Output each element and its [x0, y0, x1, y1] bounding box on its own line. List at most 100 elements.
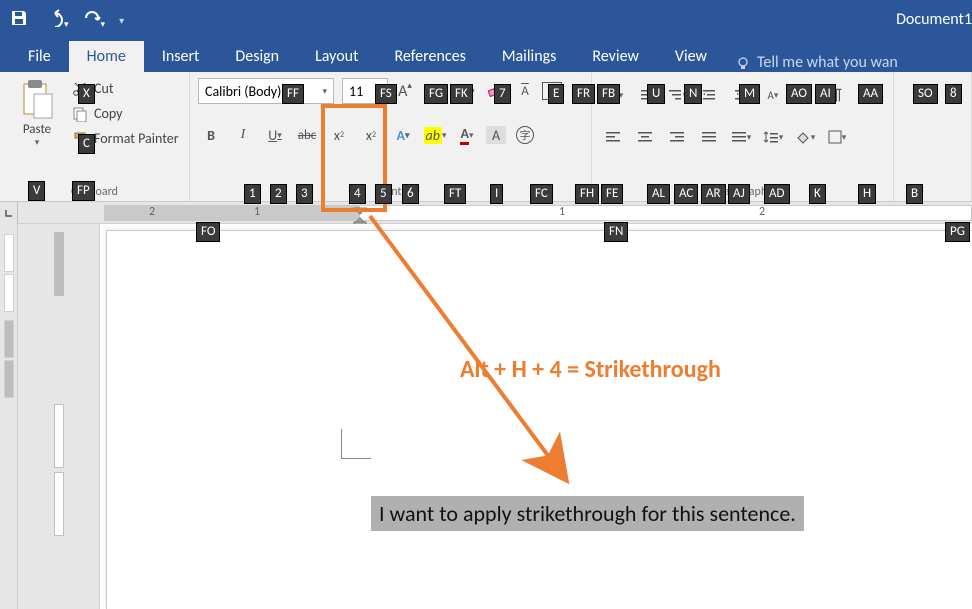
font-name-combo[interactable]: Calibri (Body) ▾	[198, 78, 334, 104]
cut-label: Cut	[94, 80, 114, 97]
ruler-mark: 1	[559, 205, 565, 219]
keytip: FN	[604, 222, 628, 242]
shading-button[interactable]: ▾	[792, 124, 818, 150]
keytip: B	[906, 184, 923, 204]
keytip: FE	[601, 184, 623, 204]
tab-view[interactable]: View	[657, 41, 725, 72]
copy-label: Copy	[94, 105, 122, 122]
title-bar: ▾ ▾ ▾ Document1	[0, 0, 972, 40]
keytip: FC	[530, 184, 553, 204]
paste-label: Paste	[23, 122, 51, 137]
keytip: FG	[424, 84, 448, 104]
keytip: FR	[572, 84, 595, 104]
strikethrough-button[interactable]: abc	[294, 122, 320, 148]
enclose-characters-button[interactable]: 字	[512, 122, 538, 148]
ruler[interactable]: 1 2 1 2	[0, 202, 972, 224]
navigation-thumb	[18, 224, 100, 609]
keytip: AO	[786, 84, 812, 104]
keytip: AC	[674, 184, 698, 204]
keytip: FO	[196, 222, 220, 242]
distributed-button[interactable]: ▾	[728, 124, 754, 150]
text-effects-button[interactable]: A▾	[390, 122, 416, 148]
keytip: FT	[444, 184, 466, 204]
ruler-mark: 2	[149, 205, 155, 219]
keytip: U	[647, 84, 665, 104]
keytip: 2	[270, 184, 287, 204]
tab-selector[interactable]	[0, 202, 18, 224]
chevron-down-icon: ▾	[322, 86, 327, 97]
keytip: 8	[945, 84, 962, 104]
keytip: AL	[647, 184, 670, 204]
cursor-position-mark	[341, 429, 371, 459]
tab-mailings[interactable]: Mailings	[484, 41, 575, 72]
keytip: E	[548, 84, 564, 104]
keytip: N	[684, 84, 702, 104]
tab-file[interactable]: File	[10, 41, 69, 72]
line-spacing-button[interactable]: ▾	[760, 124, 786, 150]
keytip: FF	[282, 84, 304, 104]
align-left-button[interactable]	[600, 124, 626, 150]
keytip: X	[78, 84, 95, 104]
tab-layout[interactable]: Layout	[297, 41, 376, 72]
keytip: 4	[349, 184, 366, 204]
document-area: I want to apply strikethrough for this s…	[0, 224, 972, 609]
tab-home[interactable]: Home	[69, 41, 144, 72]
keytip: AA	[858, 84, 883, 104]
keytip: M	[739, 84, 760, 104]
tell-me-search[interactable]: Tell me what you wan	[725, 53, 898, 72]
phonetic-guide-button[interactable]: A	[512, 78, 538, 104]
keytip: 7	[494, 84, 511, 104]
customize-qat-icon[interactable]: ▾	[119, 14, 124, 27]
keytip: 5	[375, 184, 392, 204]
annotation-callout: Alt + H + 4 = Strikethrough	[460, 355, 721, 384]
page-canvas[interactable]: I want to apply strikethrough for this s…	[100, 224, 972, 609]
paint-bucket-icon	[795, 130, 811, 144]
copy-icon	[72, 106, 88, 122]
keytip: 6	[402, 184, 419, 204]
character-shading-button[interactable]: A	[486, 126, 506, 144]
italic-button[interactable]: I	[230, 122, 256, 148]
keytip: FH	[575, 184, 599, 204]
tab-insert[interactable]: Insert	[144, 41, 218, 72]
chevron-down-icon: ▾	[35, 137, 40, 148]
underline-button[interactable]: U▾	[262, 122, 288, 148]
highlight-button[interactable]: ab▾	[422, 122, 448, 148]
borders-button[interactable]: ▾	[824, 124, 850, 150]
asian-layout-button[interactable]: A▾	[760, 82, 786, 108]
align-center-button[interactable]	[632, 124, 658, 150]
tab-references[interactable]: References	[376, 41, 483, 72]
font-color-button[interactable]: A▾	[454, 122, 480, 148]
keytip: H	[858, 184, 876, 204]
keytip: FP	[72, 181, 95, 201]
keytip: AI	[815, 84, 836, 104]
ribbon-tabs: File Home Insert Design Layout Reference…	[0, 40, 972, 72]
align-right-button[interactable]	[664, 124, 690, 150]
keytip: I	[490, 184, 503, 204]
undo-icon[interactable]: ▾	[42, 9, 69, 32]
justify-button[interactable]	[696, 124, 722, 150]
selected-text[interactable]: I want to apply strikethrough for this s…	[371, 496, 804, 531]
font-name-value: Calibri (Body)	[205, 83, 281, 100]
tell-me-placeholder: Tell me what you wan	[757, 53, 898, 72]
save-icon[interactable]	[10, 9, 28, 32]
ruler-mark: 1	[254, 205, 260, 219]
keytip: C	[78, 134, 95, 154]
keytip: FS	[375, 84, 397, 104]
keytip: 1	[244, 184, 261, 204]
copy-button[interactable]: Copy	[72, 105, 179, 122]
tab-review[interactable]: Review	[574, 41, 657, 72]
keytip: FB	[597, 84, 620, 104]
lightbulb-icon	[735, 55, 751, 71]
document-title: Document1	[896, 10, 972, 29]
keytip: AJ	[728, 184, 750, 204]
keytip: FK	[450, 84, 473, 104]
keytip: 3	[296, 184, 313, 204]
paste-button[interactable]: Paste ▾	[8, 78, 66, 148]
bold-button[interactable]: B	[198, 122, 224, 148]
keytip: AR	[701, 184, 726, 204]
keytip: PG	[945, 222, 970, 242]
tab-design[interactable]: Design	[217, 41, 297, 72]
ruler-mark: 2	[759, 205, 765, 219]
redo-icon[interactable]: ▾	[83, 9, 106, 32]
keytip: K	[809, 184, 826, 204]
